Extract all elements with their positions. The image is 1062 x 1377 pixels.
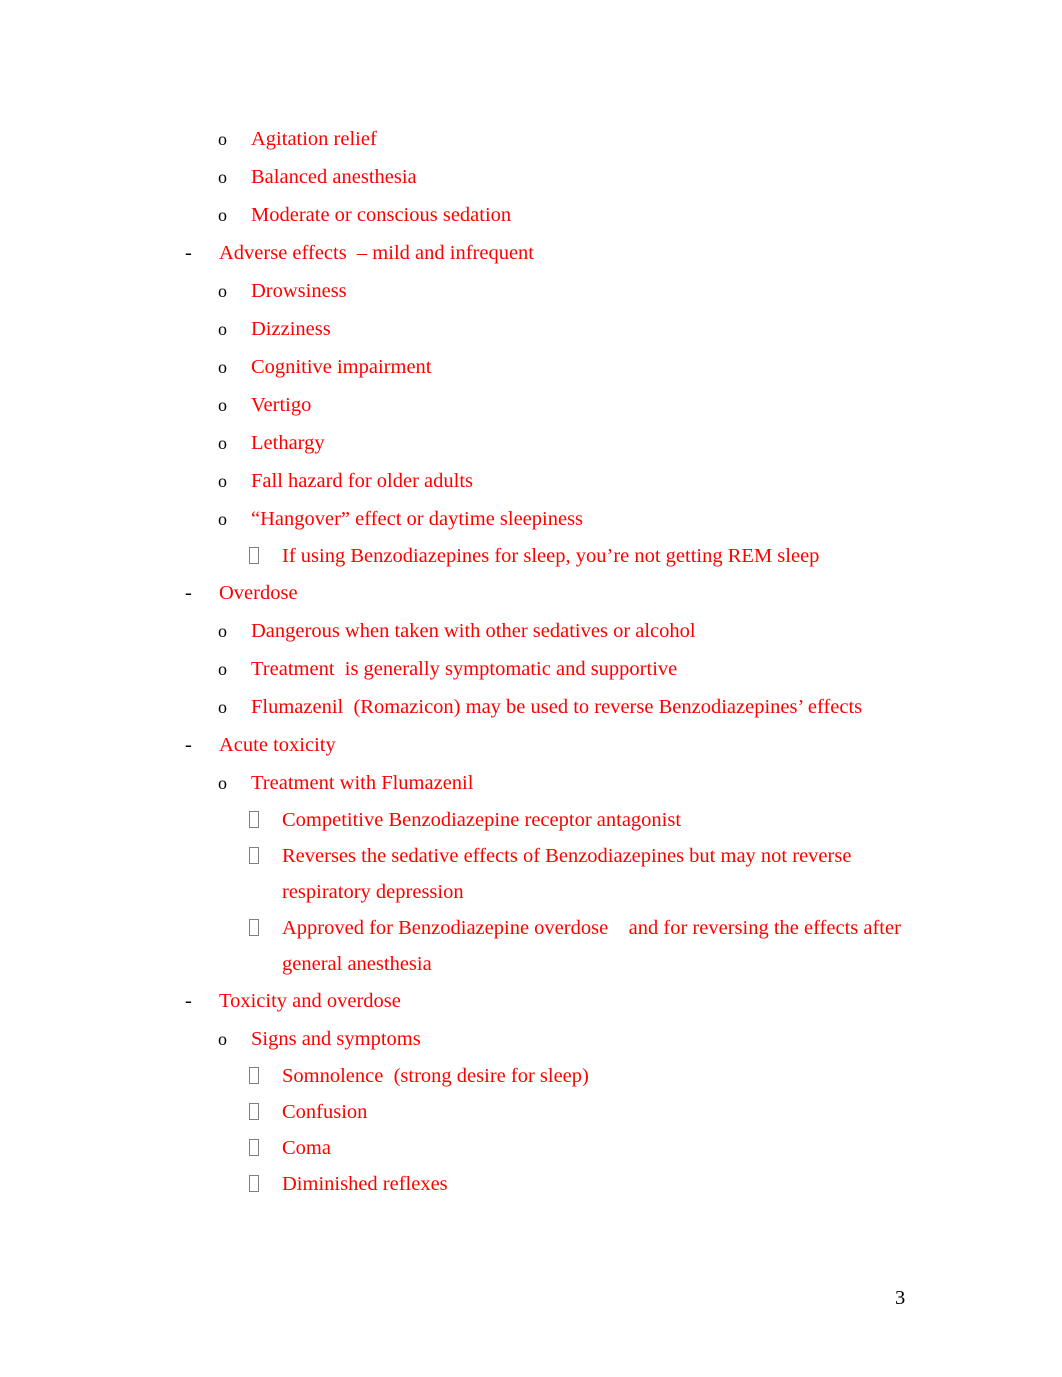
missing-glyph-bullet-icon bbox=[249, 1130, 259, 1166]
outline-item: Confusion bbox=[0, 1094, 1062, 1130]
circle-bullet-icon: o bbox=[218, 773, 227, 793]
outline-item: Reverses the sedative effects of Benzodi… bbox=[0, 838, 1062, 910]
outline-item: o Moderate or conscious sedation bbox=[0, 196, 1062, 234]
outline-item: o Vertigo bbox=[0, 386, 1062, 424]
outline-item-text: Lethargy bbox=[251, 432, 325, 454]
circle-bullet-icon: o bbox=[218, 697, 227, 717]
circle-bullet-icon: o bbox=[218, 621, 227, 641]
circle-bullet-icon: o bbox=[218, 167, 227, 187]
circle-bullet-icon: o bbox=[218, 1029, 227, 1049]
outline-item: o Agitation relief bbox=[0, 120, 1062, 158]
outline-item-text: Coma bbox=[282, 1137, 331, 1159]
outline-item-text: Dangerous when taken with other sedative… bbox=[251, 620, 696, 642]
circle-bullet-icon: o bbox=[218, 205, 227, 225]
tofu-box-icon bbox=[249, 847, 259, 864]
circle-bullet-icon: o bbox=[218, 357, 227, 377]
missing-glyph-bullet-icon bbox=[249, 538, 259, 574]
outline-list: o Agitation relief o Balanced anesthesia o Mo… bbox=[0, 0, 1062, 1202]
outline-item-text: Fall hazard for older adults bbox=[251, 470, 474, 492]
outline-item: - Toxicity and overdose bbox=[0, 982, 1062, 1020]
tofu-box-icon bbox=[249, 811, 259, 828]
outline-item-text: Toxicity and overdose bbox=[219, 990, 401, 1012]
outline-item-text: Diminished reflexes bbox=[282, 1173, 448, 1195]
circle-bullet-icon: o bbox=[218, 395, 227, 415]
missing-glyph-bullet-icon bbox=[249, 1166, 259, 1202]
outline-item-text: If using Benzodiazepines for sleep, you’… bbox=[282, 545, 820, 567]
outline-item: o Dizziness bbox=[0, 310, 1062, 348]
missing-glyph-bullet-icon bbox=[249, 1058, 259, 1094]
outline-item-text: Confusion bbox=[282, 1101, 368, 1123]
outline-item: o Treatment is generally symptomatic and … bbox=[0, 650, 1062, 688]
outline-item: o Flumazenil (Romazicon) may be used to r… bbox=[0, 688, 1062, 726]
dash-bullet-icon: - bbox=[185, 582, 192, 604]
circle-bullet-icon: o bbox=[218, 471, 227, 491]
outline-item: o Treatment with Flumazenil bbox=[0, 764, 1062, 802]
outline-item-text: Treatment with Flumazenil bbox=[251, 772, 474, 794]
circle-bullet-icon: o bbox=[218, 659, 227, 679]
outline-item: - Adverse effects – mild and infrequent bbox=[0, 234, 1062, 272]
outline-item-text: Agitation relief bbox=[251, 128, 377, 150]
outline-item: o Dangerous when taken with other sedativ… bbox=[0, 612, 1062, 650]
missing-glyph-bullet-icon bbox=[249, 910, 259, 946]
tofu-box-icon bbox=[249, 1103, 259, 1120]
outline-item: o “Hangover” effect or daytime sleepiness bbox=[0, 500, 1062, 538]
tofu-box-icon bbox=[249, 919, 259, 936]
outline-item-text: Moderate or conscious sedation bbox=[251, 204, 512, 226]
outline-item: Somnolence (strong desire for sleep) bbox=[0, 1058, 1062, 1094]
outline-item-text: Adverse effects – mild and infrequent bbox=[219, 242, 534, 264]
missing-glyph-bullet-icon bbox=[249, 838, 259, 874]
outline-item-text: Treatment is generally symptomatic and s… bbox=[251, 658, 678, 680]
dash-bullet-icon: - bbox=[185, 242, 192, 264]
missing-glyph-bullet-icon bbox=[249, 802, 259, 838]
tofu-box-icon bbox=[249, 1139, 259, 1156]
dash-bullet-icon: - bbox=[185, 734, 192, 756]
outline-item: o Drowsiness bbox=[0, 272, 1062, 310]
outline-item-text: Competitive Benzodiazepine receptor anta… bbox=[282, 809, 682, 831]
outline-item: Coma bbox=[0, 1130, 1062, 1166]
outline-item: Competitive Benzodiazepine receptor anta… bbox=[0, 802, 1062, 838]
outline-item: Approved for Benzodiazepine overdose and… bbox=[0, 910, 1062, 982]
outline-item-text: Balanced anesthesia bbox=[251, 166, 417, 188]
outline-item-text: Overdose bbox=[219, 582, 298, 604]
outline-item: o Fall hazard for older adults bbox=[0, 462, 1062, 500]
outline-item-text: Vertigo bbox=[251, 394, 312, 416]
tofu-box-icon bbox=[249, 1067, 259, 1084]
dash-bullet-icon: - bbox=[185, 990, 192, 1012]
outline-item-text: Acute toxicity bbox=[219, 734, 336, 756]
outline-item-text: Approved for Benzodiazepine overdose and… bbox=[282, 917, 907, 975]
outline-item-text: Cognitive impairment bbox=[251, 356, 432, 378]
outline-item: o Cognitive impairment bbox=[0, 348, 1062, 386]
circle-bullet-icon: o bbox=[218, 319, 227, 339]
tofu-box-icon bbox=[249, 1175, 259, 1192]
outline-item-text: Signs and symptoms bbox=[251, 1028, 421, 1050]
outline-item: - Acute toxicity bbox=[0, 726, 1062, 764]
outline-item: o Balanced anesthesia bbox=[0, 158, 1062, 196]
outline-item-text: Reverses the sedative effects of Benzodi… bbox=[282, 845, 857, 903]
outline-item: Diminished reflexes bbox=[0, 1166, 1062, 1202]
document-page: o Agitation relief o Balanced anesthesia o Mo… bbox=[0, 0, 1062, 1377]
outline-item: - Overdose bbox=[0, 574, 1062, 612]
circle-bullet-icon: o bbox=[218, 129, 227, 149]
circle-bullet-icon: o bbox=[218, 433, 227, 453]
outline-item: If using Benzodiazepines for sleep, you’… bbox=[0, 538, 1062, 574]
outline-item-text: Somnolence (strong desire for sleep) bbox=[282, 1065, 589, 1087]
outline-item: o Signs and symptoms bbox=[0, 1020, 1062, 1058]
tofu-box-icon bbox=[249, 547, 259, 564]
outline-item-text: Dizziness bbox=[251, 318, 331, 340]
page-number: 3 bbox=[895, 1287, 906, 1309]
outline-item-text: Flumazenil (Romazicon) may be used to re… bbox=[251, 696, 863, 718]
outline-item-text: “Hangover” effect or daytime sleepiness bbox=[251, 508, 584, 530]
circle-bullet-icon: o bbox=[218, 281, 227, 301]
outline-item: o Lethargy bbox=[0, 424, 1062, 462]
outline-item-text: Drowsiness bbox=[251, 280, 347, 302]
circle-bullet-icon: o bbox=[218, 509, 227, 529]
missing-glyph-bullet-icon bbox=[249, 1094, 259, 1130]
